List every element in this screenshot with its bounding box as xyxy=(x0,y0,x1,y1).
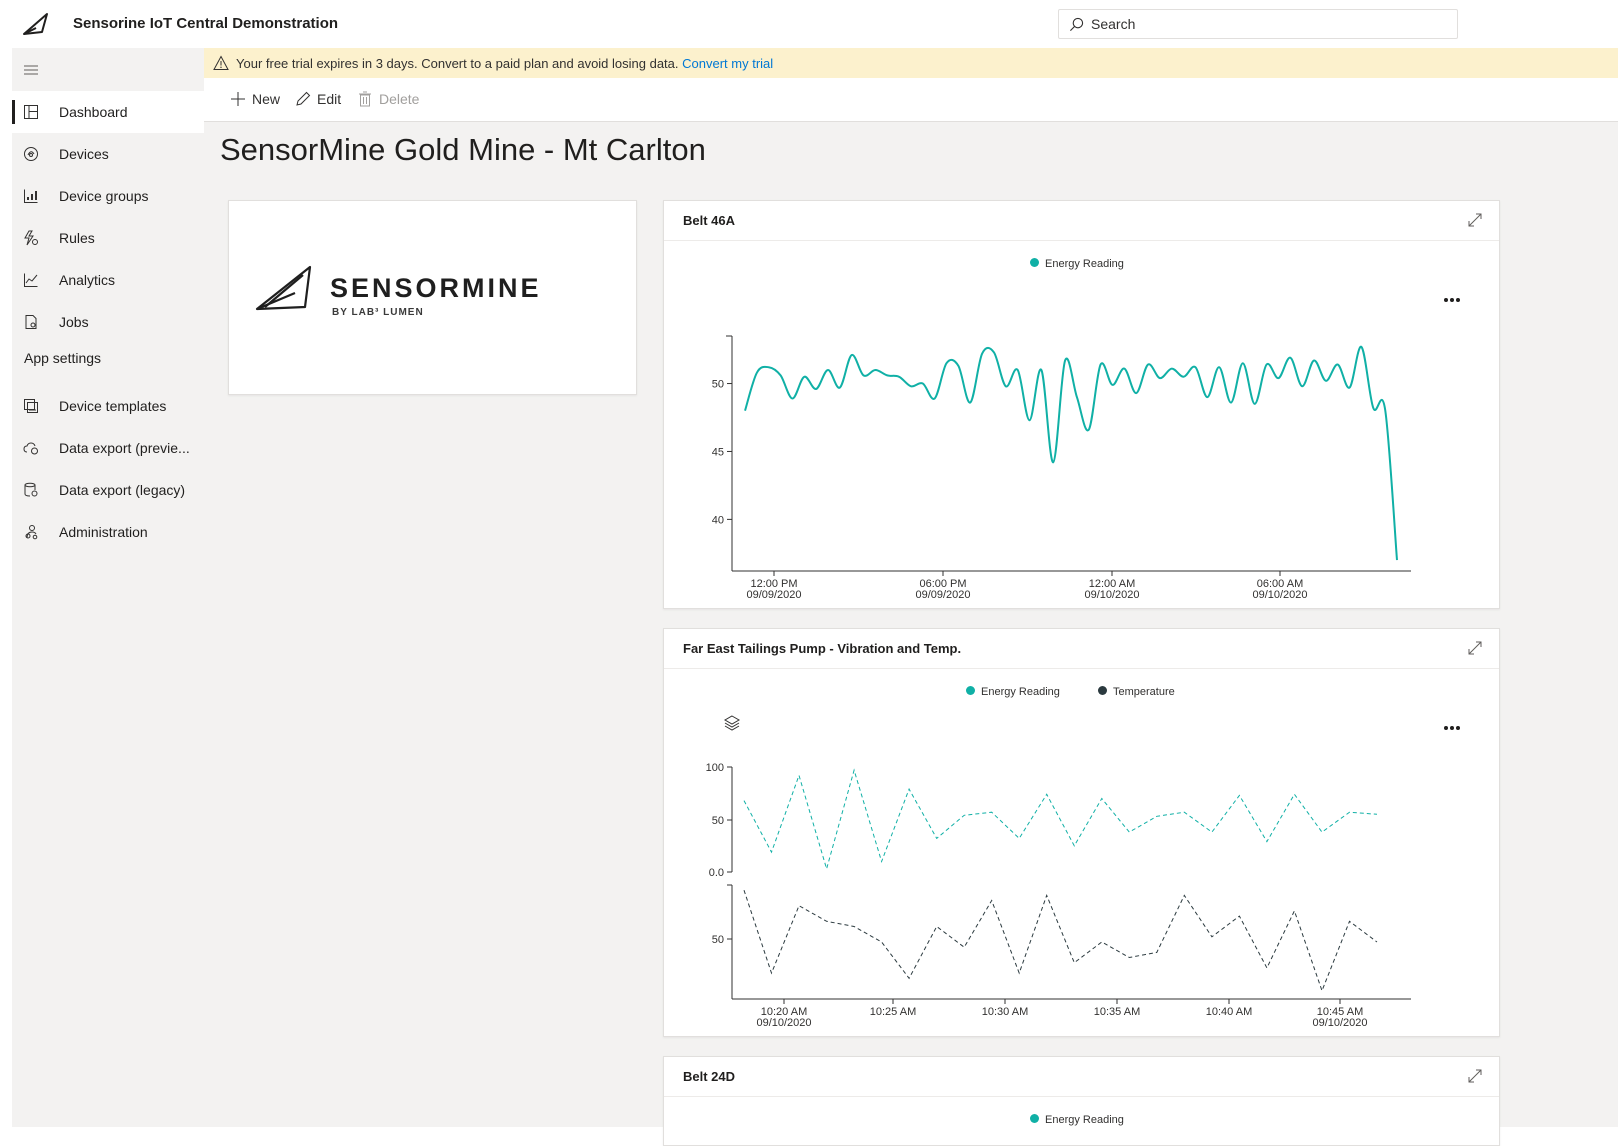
sidebar-item-label: Devices xyxy=(59,146,109,162)
search-box[interactable] xyxy=(1058,9,1458,39)
new-button[interactable]: New xyxy=(230,90,282,110)
sidebar-item-label: Device groups xyxy=(59,188,149,204)
line-chart-belt-46a: 50454012:00 PM09/09/202006:00 PM09/09/20… xyxy=(712,335,1411,601)
x-tick-date: 09/10/2020 xyxy=(1312,1017,1367,1029)
search-icon xyxy=(1070,17,1084,31)
y-tick-label: 50 xyxy=(712,815,724,827)
sidebar-item-label: Rules xyxy=(59,230,95,246)
data-export-preview-icon xyxy=(23,442,38,455)
y-tick-label: 40 xyxy=(712,514,724,526)
sidebar-item-dashboard[interactable]: Dashboard xyxy=(12,91,204,133)
series-line-temperature xyxy=(743,890,1378,993)
page-title: SensorMine Gold Mine - Mt Carlton xyxy=(220,132,706,167)
legend-label: Energy Reading xyxy=(1045,1114,1124,1126)
sidebar-item-label: Data export (legacy) xyxy=(59,482,186,498)
x-tick-label: 10:40 AM xyxy=(1206,1006,1252,1018)
search-input[interactable] xyxy=(1089,15,1443,33)
line-chart-far-east-pump: 100500.05010:20 AM09/10/202010:25 AM 10:3… xyxy=(706,762,1411,1029)
sidebar-item-jobs[interactable]: Jobs xyxy=(12,301,204,343)
y-tick-label: 50 xyxy=(712,934,724,946)
y-tick-label: 50 xyxy=(712,379,724,391)
sensormine-logo: SENSORMINE BY LAB³ LUMEN xyxy=(255,265,542,318)
y-tick-label: 45 xyxy=(712,446,724,458)
chart-tile-belt-24d: Belt 24D Energy Reading xyxy=(663,1056,1500,1146)
sidebar-item-device-groups[interactable]: Device groups xyxy=(12,175,204,217)
rules-icon xyxy=(24,230,38,246)
data-export-legacy-icon xyxy=(24,482,38,497)
edit-button-label: Edit xyxy=(317,91,342,107)
logo-tile: SENSORMINE BY LAB³ LUMEN xyxy=(228,200,637,395)
sidebar: Dashboard Devices Device groups Rules An… xyxy=(12,48,204,1127)
edit-button[interactable]: Edit xyxy=(295,90,345,110)
app-header: Sensorine IoT Central Demonstration xyxy=(12,0,1618,48)
device-groups-icon xyxy=(24,189,38,203)
sidebar-item-label: Data export (previe... xyxy=(59,440,190,456)
sidebar-item-device-templates[interactable]: Device templates xyxy=(12,385,204,427)
app-title: Sensorine IoT Central Demonstration xyxy=(73,15,339,32)
sidebar-item-data-export-legacy[interactable]: Data export (legacy) xyxy=(12,469,204,511)
trial-banner: Your free trial expires in 3 days. Conve… xyxy=(204,48,1618,78)
hamburger-menu-icon[interactable] xyxy=(23,62,39,78)
sidebar-item-devices[interactable]: Devices xyxy=(12,133,204,175)
legend-item-energy-reading[interactable]: Energy Reading xyxy=(1030,1114,1124,1126)
sidebar-item-administration[interactable]: Administration xyxy=(12,511,204,553)
chart-tile-far-east-pump: Far East Tailings Pump - Vibration and T… xyxy=(663,628,1500,1037)
x-tick-label: 10:35 AM xyxy=(1094,1006,1140,1018)
toolbar: New Edit Delete xyxy=(204,78,1618,122)
legend-dot xyxy=(1030,1114,1039,1123)
sidebar-item-label: Device templates xyxy=(59,398,167,414)
series-line-energy-reading xyxy=(743,768,1378,871)
series-line-energy-reading xyxy=(744,345,1398,561)
new-button-label: New xyxy=(252,91,281,107)
x-tick-date: 09/10/2020 xyxy=(756,1017,811,1029)
banner-text: Your free trial expires in 3 days. Conve… xyxy=(236,56,679,71)
chart-tile-belt-46a: Belt 46A Energy Reading 50 45 40 12:00 PM 09… xyxy=(663,200,1500,609)
trash-icon xyxy=(359,91,371,107)
x-tick-date: 09/09/2020 xyxy=(915,589,970,601)
banner-message: Your free trial expires in 3 days. Conve… xyxy=(236,56,773,71)
sidebar-item-label: Administration xyxy=(59,524,148,540)
x-tick-date: 09/10/2020 xyxy=(1252,589,1307,601)
x-tick-label: 10:30 AM xyxy=(982,1006,1028,1018)
app-window: Sensorine IoT Central Demonstration Dash… xyxy=(12,0,1618,1146)
sidebar-item-label: Jobs xyxy=(59,314,89,330)
sidebar-item-rules[interactable]: Rules xyxy=(12,217,204,259)
convert-trial-link[interactable]: Convert my trial xyxy=(682,56,773,71)
dashboard-icon xyxy=(24,105,38,119)
x-tick-date: 09/09/2020 xyxy=(746,589,801,601)
tile-header: Belt 24D xyxy=(664,1057,1499,1097)
delete-button[interactable]: Delete xyxy=(357,90,423,110)
sidebar-item-label: Analytics xyxy=(59,272,116,288)
app-settings-heading: App settings xyxy=(24,350,102,366)
tile-title: Belt 24D xyxy=(683,1069,736,1084)
sidebar-item-label: Dashboard xyxy=(59,104,128,120)
y-tick-label: 0.0 xyxy=(709,867,724,879)
jobs-icon xyxy=(25,315,37,329)
x-tick-label: 10:25 AM xyxy=(870,1006,916,1018)
delete-button-label: Delete xyxy=(379,91,420,107)
pencil-icon xyxy=(296,91,311,106)
app-logo-icon[interactable] xyxy=(22,10,50,38)
x-tick-date: 09/10/2020 xyxy=(1084,589,1139,601)
expand-icon[interactable] xyxy=(1467,1068,1483,1084)
y-tick-label: 100 xyxy=(706,762,724,774)
logo-tagline-text: BY LAB³ LUMEN xyxy=(332,307,424,318)
main-content: Your free trial expires in 3 days. Conve… xyxy=(204,48,1618,1146)
administration-icon xyxy=(25,525,38,540)
warning-icon xyxy=(213,55,229,70)
logo-brand-text: SENSORMINE xyxy=(330,273,542,303)
sidebar-item-data-export-preview[interactable]: Data export (previe... xyxy=(12,427,204,469)
plus-icon xyxy=(231,92,245,106)
analytics-icon xyxy=(24,273,38,287)
devices-icon xyxy=(24,147,38,161)
device-templates-icon xyxy=(24,399,38,413)
sidebar-item-analytics[interactable]: Analytics xyxy=(12,259,204,301)
